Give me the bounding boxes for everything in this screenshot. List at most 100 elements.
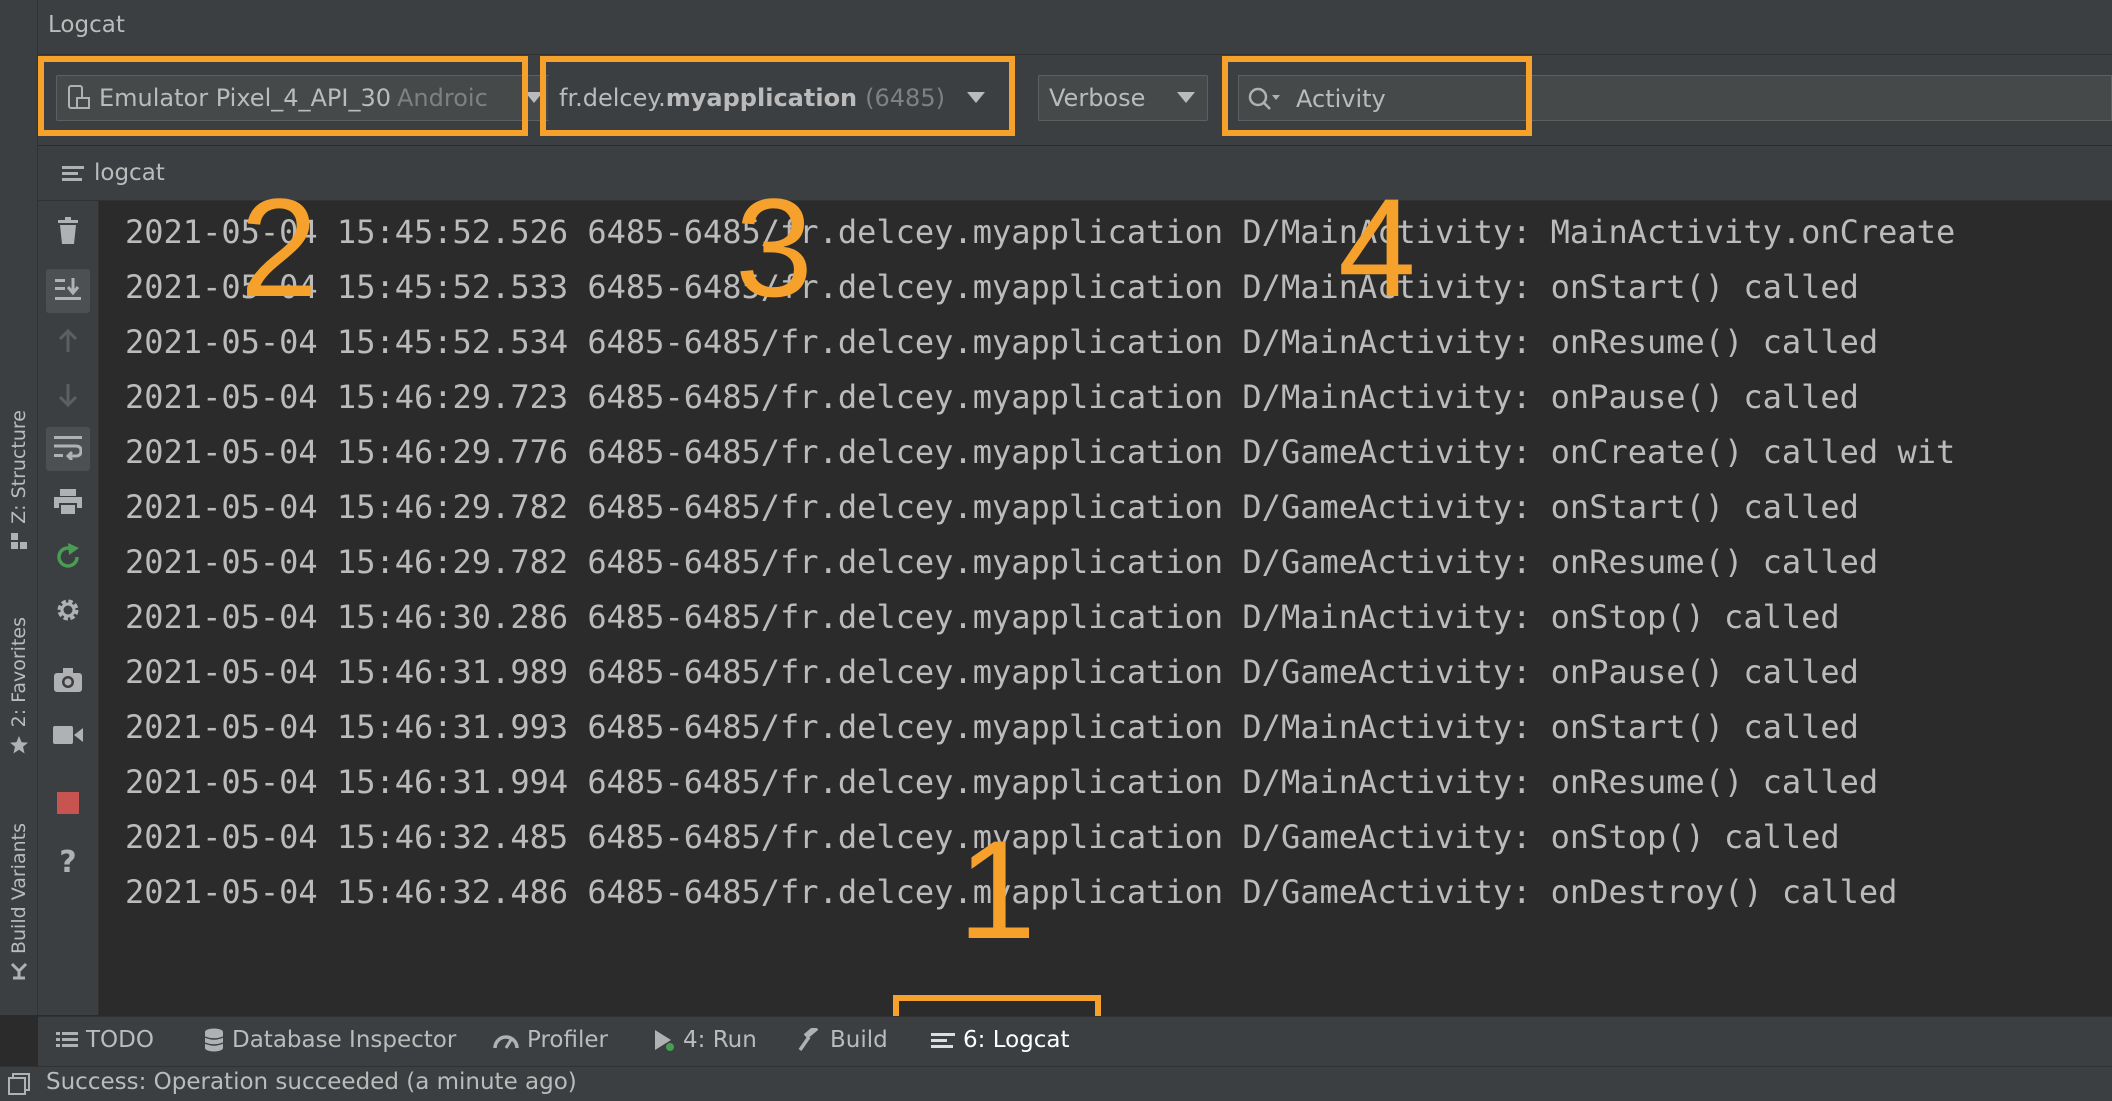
- hammer-icon: [798, 1028, 822, 1052]
- log-message: MainActivity.onCreate: [1550, 213, 1956, 251]
- log-line: 2021-05-04 15:46:32.485 6485-6485/fr.del…: [125, 818, 1840, 856]
- soft-wraps-button[interactable]: [46, 427, 90, 471]
- log-tag: D/GameActivity:: [1242, 543, 1532, 581]
- scroll-to-end-icon: [55, 276, 81, 306]
- bottom-tool-window-bar: TODO Database Inspector Profiler 4: Run …: [38, 1016, 2112, 1067]
- question-mark-icon: ?: [59, 844, 77, 880]
- tool-window-header: Logcat: [38, 0, 2112, 55]
- log-line: 2021-05-04 15:46:31.993 6485-6485/fr.del…: [125, 708, 1859, 746]
- log-message: onResume() called: [1550, 543, 1879, 581]
- bottom-tab-run-label: 4: Run: [683, 1027, 757, 1053]
- log-pid: 6485-6485: [587, 323, 761, 361]
- side-tab-favorites[interactable]: 2: Favorites: [0, 600, 37, 760]
- side-tab-build-variants[interactable]: Build Variants: [0, 805, 37, 985]
- settings-button[interactable]: [50, 594, 86, 630]
- log-line: 2021-05-04 15:46:30.286 6485-6485/fr.del…: [125, 598, 1840, 636]
- log-pid: 6485-6485: [587, 818, 761, 856]
- log-tag: D/MainActivity:: [1242, 323, 1532, 361]
- log-message: onStart() called: [1550, 488, 1859, 526]
- log-line: 2021-05-04 15:46:32.486 6485-6485/fr.del…: [125, 873, 1898, 911]
- print-button[interactable]: [50, 486, 86, 522]
- chevron-down-icon: [525, 92, 543, 103]
- log-message: onCreate() called wit: [1550, 433, 1956, 471]
- tab-logcat[interactable]: logcat: [62, 160, 165, 186]
- bottom-tab-profiler-label: Profiler: [527, 1027, 608, 1053]
- log-pid: 6485-6485: [587, 488, 761, 526]
- log-date: 2021-05-04: [125, 488, 318, 526]
- logcat-icon: [931, 1031, 955, 1049]
- log-time: 15:46:31.994: [336, 763, 569, 801]
- screen-capture-button[interactable]: [50, 664, 86, 700]
- screen-record-button[interactable]: [50, 719, 86, 755]
- arrow-down-icon: [58, 382, 78, 412]
- tool-windows-toggle-icon[interactable]: [8, 1073, 30, 1101]
- side-tab-structure[interactable]: Z: Structure: [0, 390, 37, 555]
- search-field-content: Activity: [1248, 85, 1386, 113]
- todo-icon: [56, 1031, 78, 1049]
- log-message: onResume() called: [1550, 763, 1879, 801]
- process-selector[interactable]: fr.delcey. myapplication (6485): [548, 75, 998, 121]
- bottom-tab-database-label: Database Inspector: [232, 1027, 457, 1053]
- run-icon: [653, 1029, 675, 1051]
- log-tag: D/GameActivity:: [1242, 873, 1532, 911]
- bottom-tab-build[interactable]: Build: [798, 1027, 888, 1053]
- log-package: fr.delcey.myapplication: [780, 763, 1224, 801]
- log-date: 2021-05-04: [125, 653, 318, 691]
- terminate-app-button[interactable]: [50, 787, 86, 823]
- log-date: 2021-05-04: [125, 598, 318, 636]
- log-pid: 6485-6485: [587, 268, 761, 306]
- log-message: onPause() called: [1550, 653, 1859, 691]
- bottom-tab-profiler[interactable]: Profiler: [493, 1027, 608, 1053]
- logcat-tab-row: logcat: [38, 146, 2112, 201]
- bottom-tab-database-inspector[interactable]: Database Inspector: [204, 1027, 456, 1053]
- log-date: 2021-05-04: [125, 708, 318, 746]
- scroll-to-end-button[interactable]: [46, 269, 90, 313]
- log-pid: 6485-6485: [587, 213, 761, 251]
- rerun-icon: [55, 543, 81, 575]
- log-pid: 6485-6485: [587, 433, 761, 471]
- log-message: onStop() called: [1550, 818, 1840, 856]
- bottom-tab-todo[interactable]: TODO: [56, 1027, 154, 1053]
- help-button[interactable]: ?: [50, 844, 86, 880]
- tool-window-title: Logcat: [48, 12, 125, 38]
- log-message: onPause() called: [1550, 378, 1859, 416]
- log-time: 15:46:29.782: [336, 543, 569, 581]
- star-icon: [9, 735, 29, 760]
- log-date: 2021-05-04: [125, 268, 318, 306]
- log-pid: 6485-6485: [587, 653, 761, 691]
- log-tag: D/MainActivity:: [1242, 598, 1532, 636]
- log-date: 2021-05-04: [125, 323, 318, 361]
- search-input[interactable]: Activity: [1296, 85, 1386, 113]
- log-level-selector[interactable]: Verbose: [1038, 75, 1208, 121]
- log-line: 2021-05-04 15:46:31.989 6485-6485/fr.del…: [125, 653, 1859, 691]
- gear-icon: [55, 597, 81, 627]
- log-level-value: Verbose: [1049, 84, 1146, 112]
- logcat-output[interactable]: 2021-05-04 15:45:52.526 6485-6485/fr.del…: [99, 201, 2112, 1015]
- logcat-tab-icon: [62, 165, 84, 181]
- search-icon: [1248, 86, 1282, 112]
- device-selector[interactable]: Emulator Pixel_4_API_30 Androic: [56, 75, 556, 121]
- trash-icon: [56, 217, 80, 249]
- log-package: fr.delcey.myapplication: [780, 323, 1224, 361]
- bottom-tab-run[interactable]: 4: Run: [653, 1027, 757, 1053]
- log-line: 2021-05-04 15:46:29.723 6485-6485/fr.del…: [125, 378, 1859, 416]
- log-tag: D/GameActivity:: [1242, 433, 1532, 471]
- previous-occurrence-button[interactable]: [50, 325, 86, 361]
- log-time: 15:46:32.485: [336, 818, 569, 856]
- structure-icon: [10, 532, 28, 555]
- next-occurrence-button[interactable]: [50, 379, 86, 415]
- log-package: fr.delcey.myapplication: [780, 433, 1224, 471]
- printer-icon: [54, 489, 82, 519]
- log-pid: 6485-6485: [587, 543, 761, 581]
- bottom-tab-logcat[interactable]: 6: Logcat: [931, 1027, 1070, 1053]
- log-time: 15:46:30.286: [336, 598, 569, 636]
- clear-logcat-button[interactable]: [50, 215, 86, 251]
- side-tab-build-variants-label: Build Variants: [7, 822, 30, 954]
- process-pid: (6485): [865, 84, 945, 112]
- process-package-bold: myapplication: [665, 84, 858, 112]
- log-date: 2021-05-04: [125, 433, 318, 471]
- logcat-toolbar: Emulator Pixel_4_API_30 Androic fr.delce…: [38, 55, 2112, 145]
- side-tab-favorites-label: 2: Favorites: [7, 616, 30, 727]
- log-package: fr.delcey.myapplication: [780, 378, 1224, 416]
- restart-button[interactable]: [50, 541, 86, 577]
